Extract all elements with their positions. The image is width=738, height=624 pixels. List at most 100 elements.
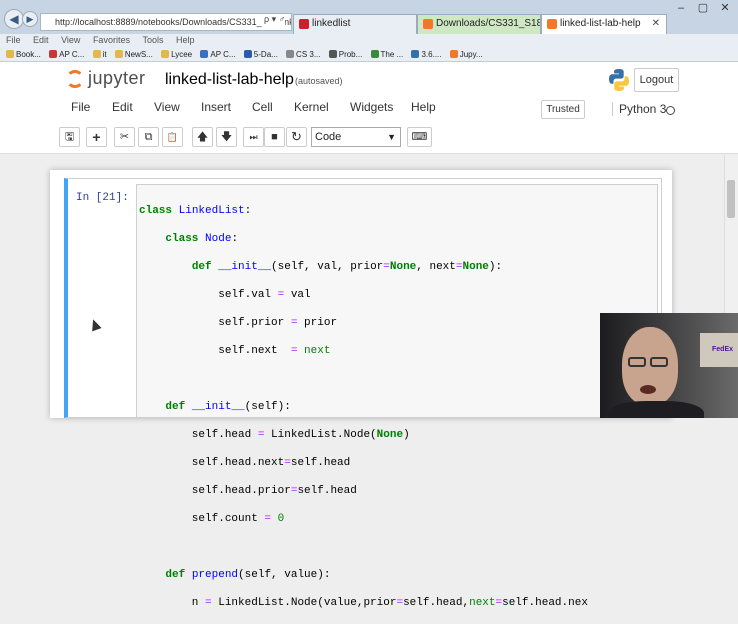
jupyter-icon [449, 50, 458, 58]
menu-tools[interactable]: Tools [142, 35, 163, 45]
tab-linkedlist[interactable]: linkedlist [293, 14, 417, 34]
move-down-button[interactable]: 🡇 [216, 127, 237, 147]
jmenu-help[interactable]: Help [411, 100, 436, 114]
address-controls[interactable]: ρ ▾ ♂ [262, 14, 286, 25]
minimize-icon[interactable]: – [670, 0, 692, 16]
site-icon [200, 50, 209, 58]
presenter-body [608, 401, 704, 418]
jmenu-view[interactable]: View [154, 100, 180, 114]
favorite-item[interactable]: NewS... [114, 47, 153, 61]
chevron-down-icon: ▼ [387, 132, 396, 142]
favorite-item[interactable]: Lycee [161, 47, 192, 61]
save-status: (autosaved) [295, 76, 343, 86]
tab-favicon-icon [299, 19, 309, 29]
save-icon: 🖫 [64, 131, 75, 143]
cell-type-select[interactable]: Code ▼ [311, 127, 401, 147]
code-line: def __init__(self, val, prior=None, next… [191, 261, 503, 273]
code-line: class Node: [165, 233, 239, 245]
cell-type-value: Code [315, 131, 342, 143]
close-window-icon[interactable]: ✕ [714, 0, 736, 16]
kernel-status-icon [666, 106, 675, 115]
code-line: self.count = 0 [139, 513, 285, 525]
favorite-item[interactable]: 3.6.... [411, 47, 441, 61]
code-line: self.next = next [139, 345, 331, 357]
forward-button[interactable]: ▶ [22, 11, 38, 27]
plus-icon: + [92, 129, 101, 145]
jmenu-cell[interactable]: Cell [252, 100, 273, 114]
code-line: self.head.prior=self.head [139, 485, 357, 497]
restart-button[interactable]: ↻ [286, 127, 307, 147]
tab-favicon-icon [423, 19, 433, 29]
address-text: http://localhost:8889/notebooks/Download… [55, 17, 292, 27]
jmenu-file[interactable]: File [71, 100, 90, 114]
code-line: class LinkedList: [139, 205, 252, 217]
code-line: n = LinkedList.Node(value,prior=self.hea… [139, 597, 588, 609]
address-bar[interactable]: http://localhost:8889/notebooks/Download… [40, 13, 292, 31]
jmenu-widgets[interactable]: Widgets [350, 100, 393, 114]
close-tab-icon[interactable]: ✕ [652, 15, 660, 33]
favorite-item[interactable]: AP C... [200, 47, 236, 61]
cut-button[interactable]: ✂ [114, 127, 135, 147]
insert-cell-button[interactable]: + [86, 127, 107, 147]
tab-label: Downloads/CS331_S18/ [436, 18, 541, 29]
favorite-item[interactable]: Prob... [328, 47, 362, 61]
python-logo-icon [609, 69, 629, 91]
refresh-icon: ↻ [291, 129, 302, 144]
site-icon [49, 50, 58, 58]
jmenu-edit[interactable]: Edit [112, 100, 133, 114]
favorite-item[interactable]: Book... [6, 47, 41, 61]
code-text[interactable]: class LinkedList: class Node: def __init… [139, 190, 607, 624]
step-forward-icon: ⏭ [249, 132, 258, 142]
menu-favorites[interactable]: Favorites [93, 35, 130, 45]
favorite-item[interactable]: CS 3... [286, 47, 321, 61]
favorite-item[interactable]: The ... [370, 47, 403, 61]
menu-file[interactable]: File [6, 35, 21, 45]
presenter-mouth [640, 385, 656, 394]
tab-linked-list-lab-help[interactable]: linked-list-lab-help ✕ [541, 14, 667, 34]
logout-button[interactable]: Logout [634, 68, 679, 92]
favorite-item[interactable]: it [92, 47, 107, 61]
keyboard-icon: ⌨ [411, 131, 428, 143]
trusted-badge[interactable]: Trusted [541, 100, 585, 119]
site-icon [328, 50, 337, 58]
menu-edit[interactable]: Edit [33, 35, 49, 45]
jmenu-insert[interactable]: Insert [201, 100, 231, 114]
jupyter-logo-icon[interactable] [66, 70, 84, 88]
folder-icon [92, 50, 101, 58]
command-palette-button[interactable]: ⌨ [407, 127, 432, 147]
run-button[interactable]: ⏭ [243, 127, 264, 147]
save-button[interactable]: 🖫 [59, 127, 80, 147]
folder-icon [114, 50, 123, 58]
jupyter-logo-text[interactable]: jupyter [88, 68, 146, 89]
notebook-title[interactable]: linked-list-lab-help [165, 71, 294, 89]
paste-icon: 📋 [166, 132, 179, 142]
favorite-item[interactable]: Jupy... [449, 47, 483, 61]
fedex-logo: FedEx [712, 346, 734, 353]
jmenu-kernel[interactable]: Kernel [294, 100, 329, 114]
browser-menubar: File Edit View Favorites Tools Help [0, 34, 738, 47]
glasses-icon [628, 357, 646, 367]
paste-button[interactable]: 📋 [162, 127, 183, 147]
folder-icon [161, 50, 170, 58]
tab-label: linked-list-lab-help [560, 18, 641, 29]
favorite-item[interactable]: AP C... [49, 47, 84, 61]
tab-downloads[interactable]: Downloads/CS331_S18/ [417, 14, 541, 34]
folder-icon [6, 50, 14, 58]
scrollbar-thumb[interactable] [727, 180, 735, 218]
copy-button[interactable]: ⧉ [138, 127, 159, 147]
favorite-item[interactable]: 5-Da... [243, 47, 278, 61]
stop-icon: ■ [271, 131, 278, 143]
site-icon [286, 50, 295, 58]
site-icon [370, 50, 379, 58]
back-button[interactable]: ◀ [4, 9, 24, 29]
copy-icon: ⧉ [144, 131, 153, 143]
menu-help[interactable]: Help [176, 35, 195, 45]
cell-prompt: In [21]: [76, 192, 129, 204]
menu-view[interactable]: View [61, 35, 80, 45]
tab-label: linkedlist [312, 18, 351, 29]
code-line: self.head = LinkedList.Node(None) [139, 429, 410, 441]
maximize-icon[interactable]: ▢ [692, 0, 714, 16]
move-up-button[interactable]: 🡅 [192, 127, 213, 147]
interrupt-button[interactable]: ■ [264, 127, 285, 147]
